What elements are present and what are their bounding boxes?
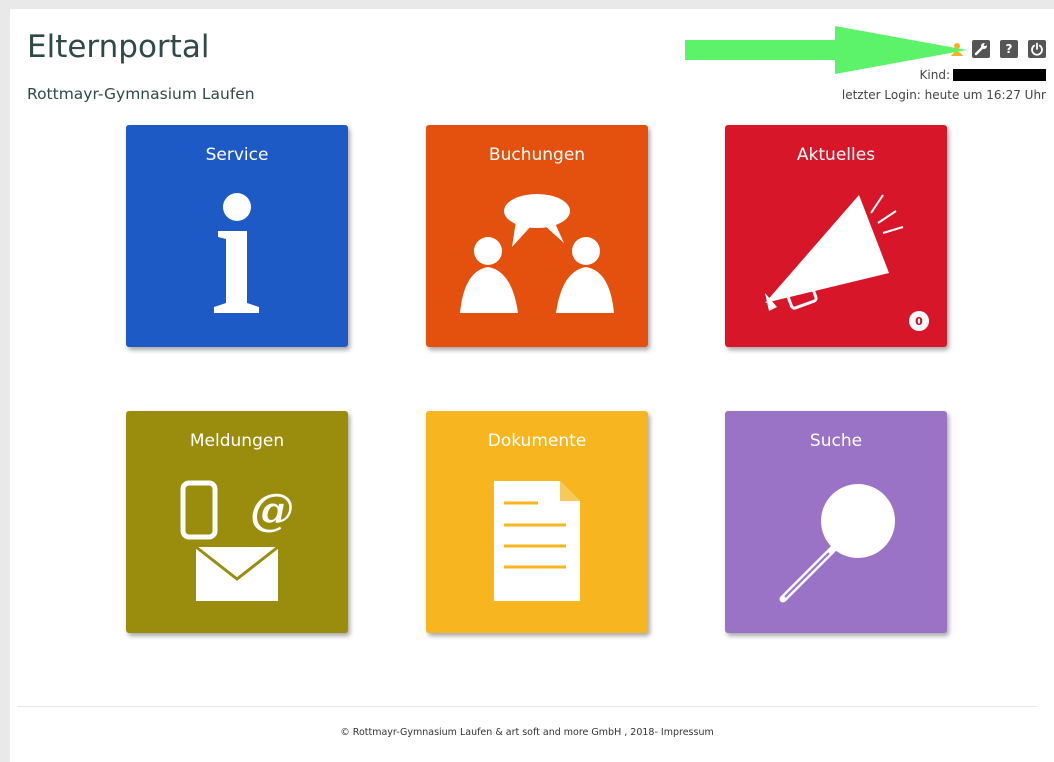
wrench-icon[interactable] bbox=[972, 40, 990, 58]
news-count-badge: 0 bbox=[909, 311, 929, 331]
tile-service[interactable]: Service bbox=[126, 125, 348, 347]
child-name-redacted bbox=[953, 69, 1046, 81]
page-title: Elternportal bbox=[27, 29, 210, 65]
footer: © Rottmayr-Gymnasium Laufen & art soft a… bbox=[0, 727, 1054, 738]
child-label: Kind: bbox=[919, 68, 950, 82]
svg-text:@: @ bbox=[250, 485, 294, 536]
footer-divider bbox=[17, 706, 1037, 707]
tile-dokumente[interactable]: Dokumente bbox=[426, 411, 648, 633]
footer-copyright: © Rottmayr-Gymnasium Laufen & art soft a… bbox=[340, 727, 658, 738]
people-chat-icon bbox=[460, 194, 614, 313]
page: Elternportal Rottmayr-Gymnasium Laufen ? bbox=[10, 9, 1054, 762]
tile-buchungen[interactable]: Buchungen bbox=[426, 125, 648, 347]
tile-aktuelles[interactable]: Aktuelles 0 bbox=[725, 125, 947, 347]
messages-icon: @ bbox=[180, 480, 294, 601]
last-login: letzter Login: heute um 16:27 Uhr bbox=[841, 88, 1046, 102]
magnifier-icon bbox=[779, 484, 895, 603]
power-icon[interactable] bbox=[1028, 40, 1046, 58]
help-icon[interactable]: ? bbox=[1000, 40, 1018, 58]
school-name: Rottmayr-Gymnasium Laufen bbox=[27, 85, 255, 103]
tile-meldungen[interactable]: Meldungen @ bbox=[126, 411, 348, 633]
impressum-link[interactable]: Impressum bbox=[661, 727, 714, 738]
user-icon[interactable] bbox=[948, 40, 966, 58]
tile-suche[interactable]: Suche bbox=[725, 411, 947, 633]
child-selector: Kind: bbox=[920, 68, 1046, 82]
document-icon bbox=[494, 481, 580, 601]
info-icon bbox=[214, 193, 259, 313]
